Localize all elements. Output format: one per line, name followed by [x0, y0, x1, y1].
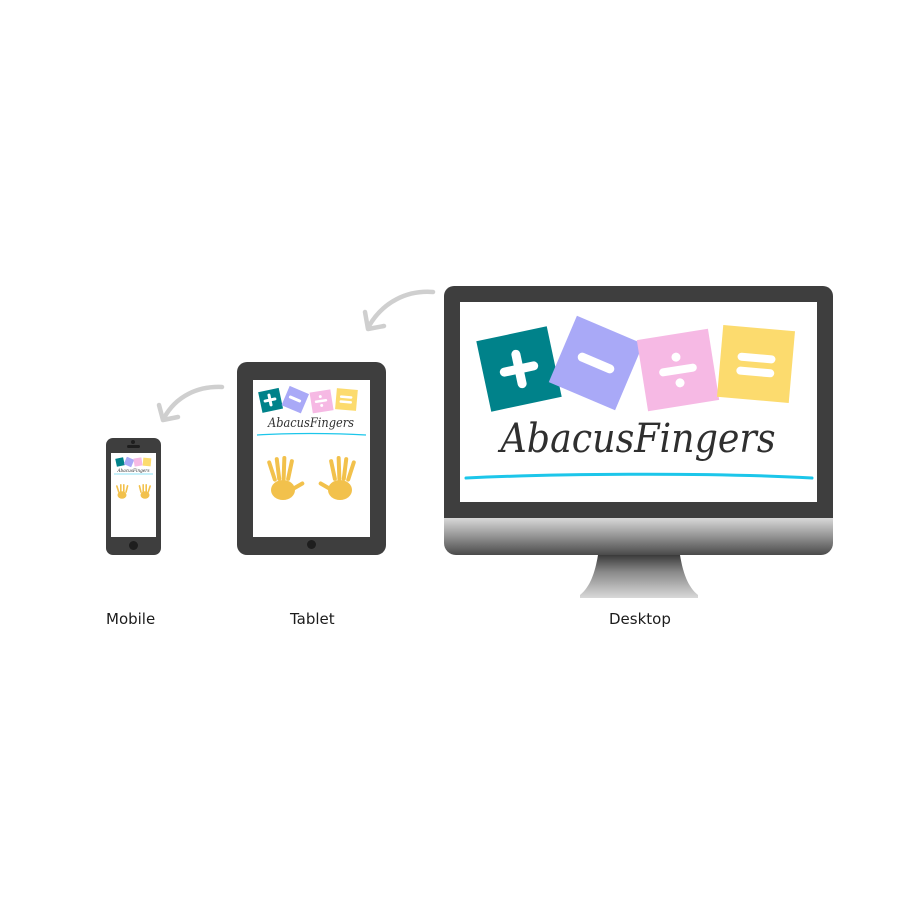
desktop-monitor-stand — [580, 555, 698, 598]
label-tablet: Tablet — [290, 610, 335, 628]
brand-underline — [464, 472, 814, 480]
phone-speaker — [127, 445, 140, 448]
abacusfingers-logo: AbacusFingers — [464, 315, 814, 480]
divide-tile — [636, 328, 720, 412]
mobile-screen: AbacusFingers — [111, 453, 156, 537]
equals-tile — [716, 324, 796, 404]
curved-arrow-left-icon — [156, 384, 225, 423]
abacusfingers-logo: AbacusFingers — [256, 385, 367, 500]
hand-print-icon — [116, 484, 151, 499]
phone-camera — [131, 440, 135, 444]
minus-tile — [548, 315, 644, 411]
desktop-monitor-chin — [444, 518, 833, 555]
desktop-screen: AbacusFingers — [460, 302, 817, 502]
curved-arrow-left-icon — [362, 289, 436, 332]
tablet-home-button — [307, 540, 316, 549]
tablet-screen: AbacusFingers — [253, 380, 370, 537]
plus-tile — [476, 326, 562, 412]
label-desktop: Desktop — [609, 610, 671, 628]
brand-name: AbacusFingers — [117, 468, 150, 474]
abacusfingers-logo: AbacusFingers — [114, 456, 153, 499]
phone-home-button — [129, 541, 138, 550]
hand-print-icon — [267, 456, 356, 500]
label-mobile: Mobile — [106, 610, 156, 628]
brand-name: AbacusFingers — [497, 416, 776, 462]
brand-name: AbacusFingers — [267, 416, 354, 431]
